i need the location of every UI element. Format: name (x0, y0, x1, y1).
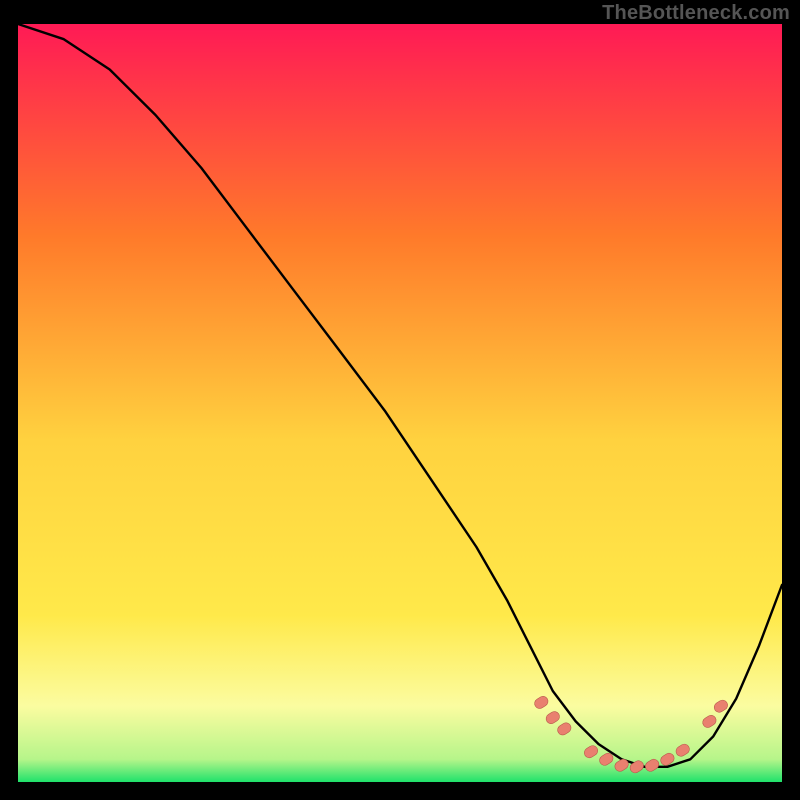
chart-svg (18, 24, 782, 782)
watermark-text: TheBottleneck.com (602, 2, 790, 25)
gradient-background (18, 24, 782, 782)
plot-area (18, 24, 782, 782)
chart-frame: TheBottleneck.com (0, 0, 800, 800)
